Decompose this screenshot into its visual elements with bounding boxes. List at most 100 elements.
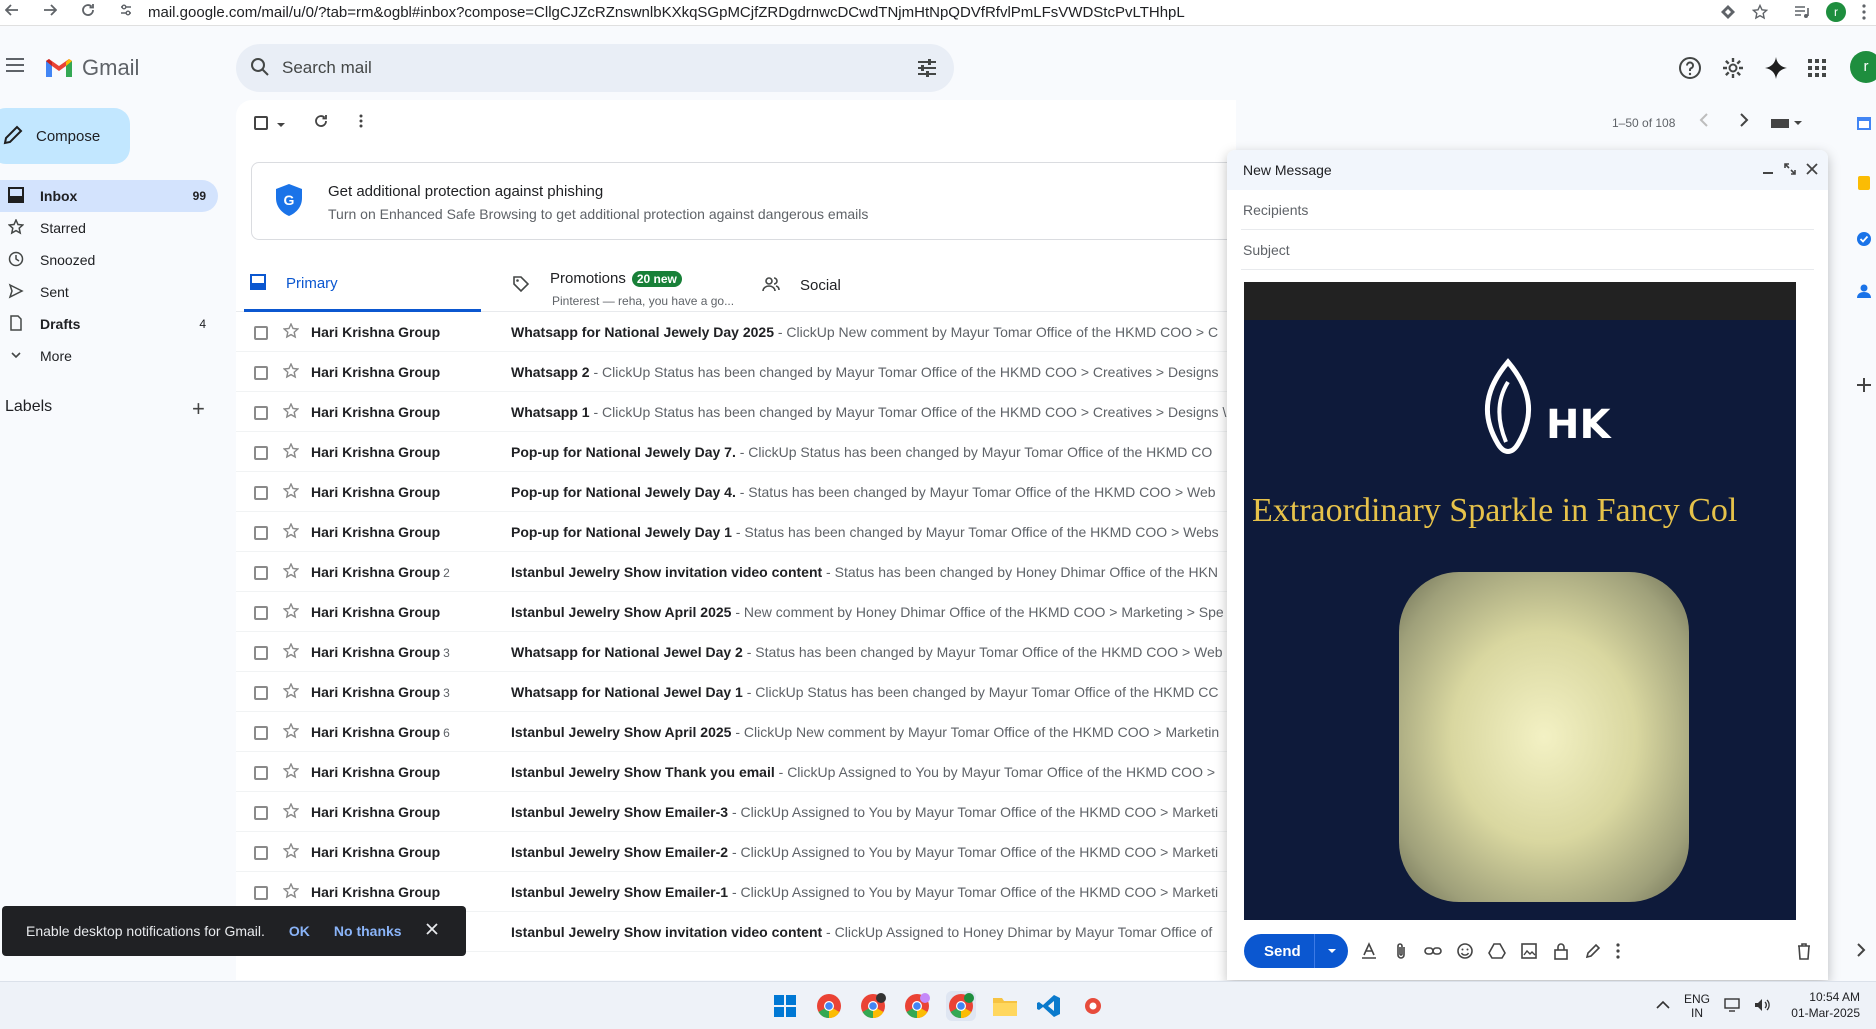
attach-icon[interactable]	[1392, 942, 1410, 963]
chrome-profile-2-icon[interactable]	[858, 991, 888, 1021]
compose-header[interactable]: New Message	[1227, 150, 1828, 190]
star-icon[interactable]	[282, 842, 300, 864]
sidebar-item-drafts[interactable]: Drafts 4	[0, 308, 218, 340]
compose-button[interactable]: Compose	[0, 108, 130, 164]
select-all-checkbox[interactable]	[254, 116, 268, 130]
star-icon[interactable]	[282, 762, 300, 784]
search-bar[interactable]: Search mail	[236, 44, 954, 92]
table-row[interactable]: Hari Krishna Group 2 Istanbul Jewelry Show…	[236, 552, 1236, 592]
star-icon[interactable]	[282, 722, 300, 744]
table-row[interactable]: Hari Krishna Group Whatsapp 1 - ClickUp S…	[236, 392, 1236, 432]
row-checkbox[interactable]	[254, 846, 268, 860]
insert-photo-icon[interactable]	[1520, 942, 1538, 963]
app-gear-icon[interactable]	[1078, 991, 1108, 1021]
table-row[interactable]: Hari Krishna Group Pop-up for National Je…	[236, 432, 1236, 472]
forward-icon[interactable]	[38, 3, 62, 22]
table-row[interactable]: Hari Krishna Group Istanbul Jewelry Show …	[236, 832, 1236, 872]
table-row[interactable]: Hari Krishna Group Istanbul Jewelry Show …	[236, 792, 1236, 832]
more-options-icon[interactable]	[1616, 942, 1620, 963]
volume-icon[interactable]	[1754, 998, 1770, 1015]
star-icon[interactable]	[282, 482, 300, 504]
table-row[interactable]: Hari Krishna Group Istanbul Jewelry Show …	[236, 752, 1236, 792]
add-label-icon[interactable]: +	[192, 396, 205, 422]
row-checkbox[interactable]	[254, 606, 268, 620]
tab-social[interactable]: Social	[756, 258, 841, 312]
row-checkbox[interactable]	[254, 566, 268, 580]
tab-primary[interactable]: Primary	[244, 258, 481, 312]
contacts-icon[interactable]	[1856, 283, 1872, 302]
next-page-icon[interactable]	[1738, 112, 1750, 131]
search-icon[interactable]	[250, 57, 270, 80]
account-avatar[interactable]: r	[1850, 51, 1876, 83]
table-row[interactable]: Hari Krishna Group Whatsapp for National …	[236, 312, 1236, 352]
table-row[interactable]: Hari Krishna Group 3 Whatsapp for National…	[236, 672, 1236, 712]
discard-draft-icon[interactable]	[1796, 942, 1812, 963]
prev-page-icon[interactable]	[1698, 112, 1710, 131]
file-explorer-icon[interactable]	[990, 991, 1020, 1021]
star-icon[interactable]	[282, 802, 300, 824]
snackbar-close-icon[interactable]	[425, 922, 438, 940]
profile-avatar[interactable]: r	[1826, 2, 1846, 22]
minimize-icon[interactable]	[1762, 162, 1774, 178]
search-input[interactable]: Search mail	[282, 58, 372, 78]
reload-icon[interactable]	[76, 3, 100, 22]
chrome-profile-3-icon[interactable]	[902, 991, 932, 1021]
table-row[interactable]: Hari Krishna Group 3 Whatsapp for National…	[236, 632, 1236, 672]
snackbar-no-thanks-button[interactable]: No thanks	[334, 923, 402, 939]
row-checkbox[interactable]	[254, 646, 268, 660]
row-checkbox[interactable]	[254, 326, 268, 340]
star-icon[interactable]	[282, 562, 300, 584]
table-row[interactable]: Hari Krishna Group Pop-up for National Je…	[236, 512, 1236, 552]
main-menu-icon[interactable]	[6, 58, 24, 72]
windows-start-icon[interactable]	[770, 991, 800, 1021]
network-icon[interactable]	[1724, 997, 1740, 1015]
add-app-icon[interactable]	[1856, 377, 1872, 396]
row-checkbox[interactable]	[254, 726, 268, 740]
row-checkbox[interactable]	[254, 366, 268, 380]
table-row[interactable]: Hari Krishna Group Pop-up for National Je…	[236, 472, 1236, 512]
browser-menu-icon[interactable]	[1862, 4, 1866, 20]
email-body-image[interactable]: HK Extraordinary Sparkle in Fancy Col	[1244, 282, 1796, 920]
formatting-icon[interactable]	[1360, 942, 1378, 963]
back-icon[interactable]	[0, 3, 24, 22]
sidebar-item-snoozed[interactable]: Snoozed	[0, 244, 218, 276]
input-tools-icon[interactable]	[1770, 116, 1802, 128]
settings-gear-icon[interactable]	[1721, 56, 1745, 80]
sidebar-item-more[interactable]: More	[0, 340, 218, 372]
star-icon[interactable]	[282, 362, 300, 384]
site-info-icon[interactable]	[114, 3, 138, 22]
chrome-icon[interactable]	[814, 991, 844, 1021]
star-icon[interactable]	[282, 602, 300, 624]
sidebar-item-sent[interactable]: Sent	[0, 276, 218, 308]
calendar-icon[interactable]	[1856, 115, 1872, 134]
language-indicator[interactable]: ENG IN	[1684, 992, 1710, 1020]
help-icon[interactable]	[1678, 56, 1702, 80]
fullscreen-icon[interactable]	[1784, 162, 1796, 178]
media-queue-icon[interactable]	[1794, 4, 1810, 20]
row-checkbox[interactable]	[254, 886, 268, 900]
star-icon[interactable]	[282, 642, 300, 664]
gmail-logo[interactable]: Gmail	[44, 55, 139, 81]
tasks-icon[interactable]	[1856, 231, 1872, 250]
gemini-sparkle-icon[interactable]	[1764, 56, 1788, 80]
sidebar-item-inbox[interactable]: Inbox 99	[0, 180, 218, 212]
emoji-icon[interactable]	[1456, 942, 1474, 963]
apps-grid-icon[interactable]	[1807, 58, 1827, 78]
system-clock[interactable]: 10:54 AM 01-Mar-2025	[1790, 989, 1860, 1021]
table-row[interactable]: Hari Krishna Group Whatsapp 2 - ClickUp S…	[236, 352, 1236, 392]
drive-icon[interactable]	[1488, 942, 1506, 963]
row-checkbox[interactable]	[254, 686, 268, 700]
schedule-send-chevron-icon[interactable]	[1314, 934, 1348, 968]
confidential-lock-icon[interactable]	[1552, 942, 1570, 963]
link-icon[interactable]	[1424, 942, 1442, 963]
row-checkbox[interactable]	[254, 486, 268, 500]
tray-overflow-icon[interactable]	[1656, 999, 1670, 1013]
row-checkbox[interactable]	[254, 806, 268, 820]
phishing-protection-banner[interactable]: G Get additional protection against phis…	[251, 162, 1236, 240]
chrome-active-icon[interactable]	[946, 991, 976, 1021]
collapse-panel-icon[interactable]	[1856, 943, 1866, 960]
send-button[interactable]: Send	[1244, 934, 1348, 968]
close-icon[interactable]	[1806, 162, 1818, 178]
star-icon[interactable]	[282, 442, 300, 464]
refresh-icon[interactable]	[313, 113, 329, 132]
